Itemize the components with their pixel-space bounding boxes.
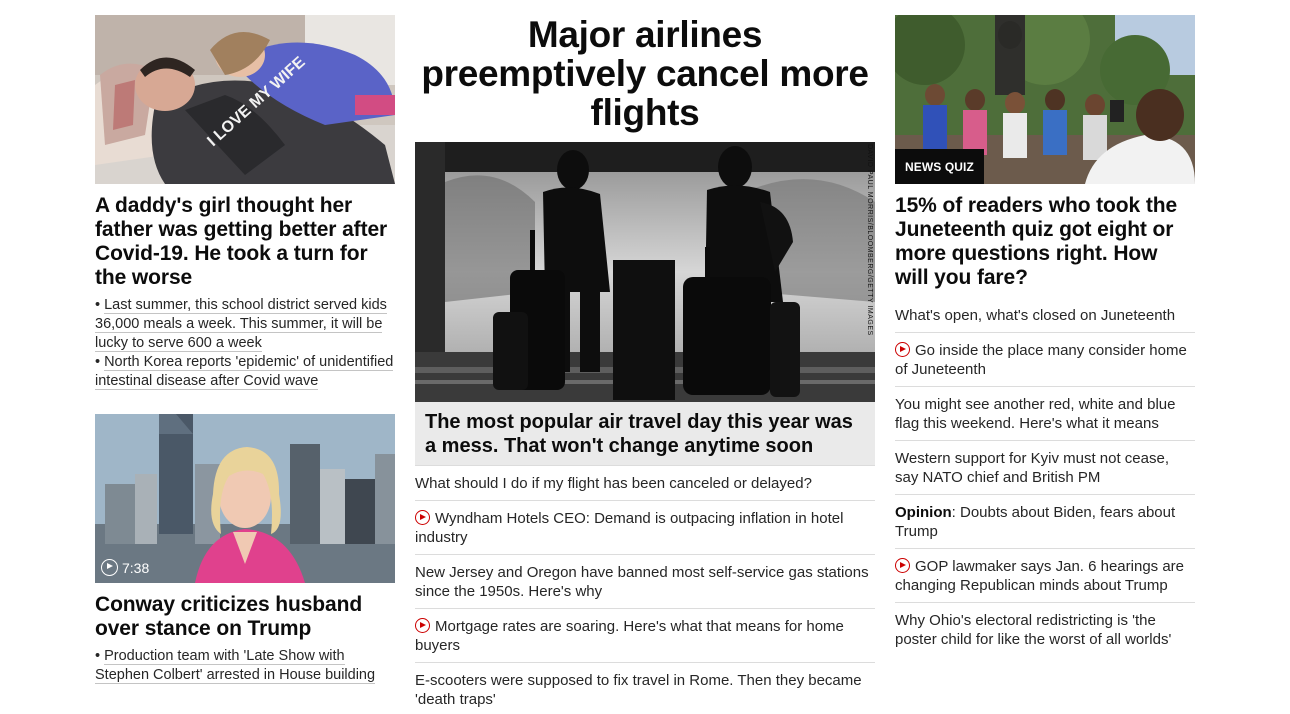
- hero-caption-headline[interactable]: The most popular air travel day this yea…: [415, 402, 875, 465]
- opinion-label: Opinion: [895, 504, 952, 521]
- story-image-father-daughter[interactable]: I LOVE MY WIFE: [95, 15, 395, 184]
- video-duration: 7:38: [101, 559, 149, 576]
- link-gas-stations[interactable]: New Jersey and Oregon have banned most s…: [415, 554, 875, 608]
- bullet-link-north-korea[interactable]: • North Korea reports 'epidemic' of unide…: [95, 353, 395, 391]
- video-play-icon: [415, 510, 430, 525]
- center-column: Major airlines preemptively cancel more …: [415, 15, 875, 714]
- link-juneteenth-open-closed[interactable]: What's open, what's closed on Juneteenth: [895, 298, 1195, 332]
- bullet-link-colbert[interactable]: • Production team with 'Late Show with St…: [95, 647, 395, 685]
- link-flight-canceled[interactable]: What should I do if my flight has been c…: [415, 465, 875, 500]
- link-e-scooters[interactable]: E-scooters were supposed to fix travel i…: [415, 662, 875, 714]
- play-icon: [101, 559, 118, 576]
- link-mortgage-video[interactable]: Mortgage rates are soaring. Here's what …: [415, 608, 875, 662]
- link-gop-lawmaker-video[interactable]: GOP lawmaker says Jan. 6 hearings are ch…: [895, 548, 1195, 602]
- right-column: NEWS QUIZ 15% of readers who took the Ju…: [895, 15, 1195, 656]
- story-headline-juneteenth-quiz[interactable]: 15% of readers who took the Juneteenth q…: [895, 194, 1195, 290]
- video-play-icon: [415, 618, 430, 633]
- story-image-juneteenth-statue[interactable]: NEWS QUIZ: [895, 15, 1195, 184]
- story-headline-conway[interactable]: Conway criticizes husband over stance on…: [95, 593, 395, 641]
- video-play-icon: [895, 342, 910, 357]
- related-bullets-2: • Production team with 'Late Show with St…: [95, 647, 395, 685]
- link-kyiv-support[interactable]: Western support for Kyiv must not cease,…: [895, 440, 1195, 494]
- hero-image-airport[interactable]: DAVID PAUL MORRIS/BLOOMBERG/GETTY IMAGES: [415, 142, 875, 402]
- video-play-icon: [895, 558, 910, 573]
- main-headline[interactable]: Major airlines preemptively cancel more …: [415, 15, 875, 132]
- video-thumbnail-conway[interactable]: 7:38: [95, 414, 395, 583]
- link-wyndham-video[interactable]: Wyndham Hotels CEO: Demand is outpacing …: [415, 500, 875, 554]
- center-related-links: What should I do if my flight has been c…: [415, 465, 875, 714]
- right-related-links: What's open, what's closed on Juneteenth…: [895, 298, 1195, 656]
- link-flag[interactable]: You might see another red, white and blu…: [895, 386, 1195, 440]
- link-home-of-juneteenth-video[interactable]: Go inside the place many consider home o…: [895, 332, 1195, 386]
- news-quiz-badge: NEWS QUIZ: [895, 149, 984, 184]
- left-column: I LOVE MY WIFE A daddy's girl thought he…: [95, 15, 395, 685]
- photo-credit: DAVID PAUL MORRIS/BLOOMBERG/GETTY IMAGES: [866, 144, 873, 336]
- story-headline-daddys-girl[interactable]: A daddy's girl thought her father was ge…: [95, 194, 395, 290]
- link-opinion-biden[interactable]: Opinion: Doubts about Biden, fears about…: [895, 494, 1195, 548]
- related-bullets: • Last summer, this school district serve…: [95, 296, 395, 391]
- link-ohio-redistricting[interactable]: Why Ohio's electoral redistricting is 't…: [895, 602, 1195, 656]
- bullet-link-school-meals[interactable]: • Last summer, this school district serve…: [95, 296, 395, 353]
